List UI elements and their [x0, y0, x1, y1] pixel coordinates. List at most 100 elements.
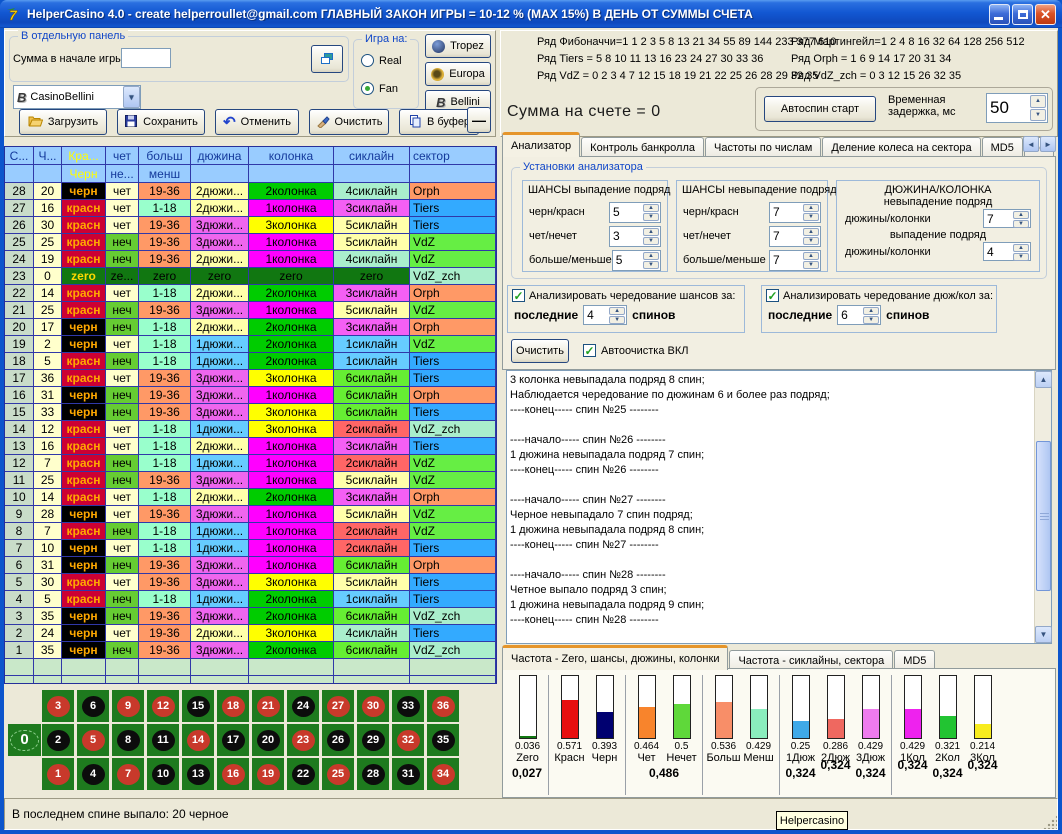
setting-spinner[interactable]: 7▲▼ — [769, 250, 821, 271]
chances-spins-spinner[interactable]: 4 ▲▼ — [583, 305, 627, 325]
spin-down-icon[interactable]: ▼ — [609, 316, 625, 324]
board-cell-23[interactable]: 23 — [287, 724, 319, 756]
spin-down-icon[interactable]: ▼ — [1030, 109, 1046, 122]
spin-down-icon[interactable]: ▼ — [863, 316, 879, 324]
board-cell-10[interactable]: 10 — [147, 758, 179, 790]
board-cell-29[interactable]: 29 — [357, 724, 389, 756]
setting-spinner[interactable]: 7▲▼ — [769, 202, 821, 223]
tab-5[interactable]: MD5 — [982, 137, 1023, 157]
board-cell-15[interactable]: 15 — [182, 690, 214, 722]
board-cell-26[interactable]: 26 — [322, 724, 354, 756]
toolbar-button-1[interactable]: Загрузить — [19, 109, 107, 135]
tab-4[interactable]: Деление колеса на сектора — [822, 137, 980, 157]
board-cell-14[interactable]: 14 — [182, 724, 214, 756]
board-cell-5[interactable]: 5 — [77, 724, 109, 756]
board-cell-27[interactable]: 27 — [322, 690, 354, 722]
tab-3[interactable]: Частоты по числам — [705, 137, 821, 157]
spin-down-icon[interactable]: ▼ — [643, 261, 659, 269]
start-sum-input[interactable] — [121, 48, 171, 68]
setting-spinner[interactable]: 5▲▼ — [612, 250, 661, 271]
alternation-chances-checkbox[interactable]: Анализировать чередование шансов за: — [508, 286, 744, 302]
board-cell-33[interactable]: 33 — [392, 690, 424, 722]
spin-down-icon[interactable]: ▼ — [643, 213, 659, 221]
autospin-start-button[interactable]: Автоспин старт — [764, 96, 876, 122]
board-cell-36[interactable]: 36 — [427, 690, 459, 722]
spin-up-icon[interactable]: ▲ — [609, 307, 625, 315]
radio-real[interactable]: Real — [361, 54, 402, 67]
board-cell-20[interactable]: 20 — [252, 724, 284, 756]
maximize-button[interactable] — [1012, 4, 1033, 25]
toolbar-button-3[interactable]: ↶Отменить — [215, 109, 299, 135]
spin-up-icon[interactable]: ▲ — [643, 228, 659, 236]
board-cell-32[interactable]: 32 — [392, 724, 424, 756]
close-button[interactable]: ✕ — [1035, 4, 1056, 25]
clear-analyzer-button[interactable]: Очистить — [511, 339, 569, 363]
dozen-miss-spinner[interactable]: 7 ▲▼ — [983, 209, 1031, 228]
alternation-dozen-checkbox[interactable]: Анализировать чередование дюж/кол за: — [762, 286, 996, 302]
toolbar-button-4[interactable]: Очистить — [309, 109, 389, 135]
board-cell-13[interactable]: 13 — [182, 758, 214, 790]
log-scrollbar[interactable]: ▲ ▼ — [1034, 371, 1051, 643]
setting-spinner[interactable]: 5▲▼ — [609, 202, 661, 223]
spin-down-icon[interactable]: ▼ — [803, 237, 819, 245]
spin-up-icon[interactable]: ▲ — [643, 252, 659, 260]
spin-up-icon[interactable]: ▲ — [643, 204, 659, 212]
dozen-spins-spinner[interactable]: 6 ▲▼ — [837, 305, 881, 325]
scroll-up-icon[interactable]: ▲ — [1035, 371, 1052, 388]
board-cell-30[interactable]: 30 — [357, 690, 389, 722]
board-cell-16[interactable]: 16 — [217, 758, 249, 790]
spin-up-icon[interactable]: ▲ — [1013, 244, 1029, 252]
tab-2[interactable]: Контроль банкролла — [581, 137, 704, 157]
board-cell-2[interactable]: 2 — [42, 724, 74, 756]
autoclean-checkbox[interactable]: Автоочистка ВКЛ — [583, 344, 688, 357]
spin-up-icon[interactable]: ▲ — [1013, 211, 1029, 219]
casino-select[interactable]: B CasinoBellini ▼ — [13, 85, 141, 109]
board-cell-11[interactable]: 11 — [147, 724, 179, 756]
board-cell-7[interactable]: 7 — [112, 758, 144, 790]
board-cell-1[interactable]: 1 — [42, 758, 74, 790]
radio-fan[interactable]: Fan — [361, 82, 398, 95]
spin-up-icon[interactable]: ▲ — [1030, 95, 1046, 108]
board-cell-22[interactable]: 22 — [287, 758, 319, 790]
board-cell-24[interactable]: 24 — [287, 690, 319, 722]
tab-1[interactable]: Анализатор — [502, 132, 580, 157]
delay-spinner[interactable]: 50 ▲ ▼ — [986, 93, 1048, 123]
spin-up-icon[interactable]: ▲ — [803, 228, 819, 236]
freq-tab-3[interactable]: MD5 — [894, 650, 935, 670]
board-cell-19[interactable]: 19 — [252, 758, 284, 790]
board-cell-6[interactable]: 6 — [77, 690, 109, 722]
tab-scroll-right-icon[interactable]: ► — [1040, 136, 1056, 152]
spin-down-icon[interactable]: ▼ — [1013, 253, 1029, 261]
spin-down-icon[interactable]: ▼ — [803, 261, 819, 269]
board-cell-4[interactable]: 4 — [77, 758, 109, 790]
spin-down-icon[interactable]: ▼ — [643, 237, 659, 245]
board-cell-3[interactable]: 3 — [42, 690, 74, 722]
spin-up-icon[interactable]: ▲ — [863, 307, 879, 315]
casino-button-europa[interactable]: Europa — [425, 62, 491, 86]
dozen-hit-spinner[interactable]: 4 ▲▼ — [983, 242, 1031, 261]
board-cell-35[interactable]: 35 — [427, 724, 459, 756]
board-cell-34[interactable]: 34 — [427, 758, 459, 790]
tab-scroll-left-icon[interactable]: ◄ — [1023, 136, 1039, 152]
board-cell-12[interactable]: 12 — [147, 690, 179, 722]
spin-up-icon[interactable]: ▲ — [803, 252, 819, 260]
setting-spinner[interactable]: 7▲▼ — [769, 226, 821, 247]
spin-down-icon[interactable]: ▼ — [803, 213, 819, 221]
scroll-down-icon[interactable]: ▼ — [1035, 626, 1052, 643]
toolbar-button-2[interactable]: Сохранить — [117, 109, 205, 135]
board-cell-21[interactable]: 21 — [252, 690, 284, 722]
scrollbar-thumb[interactable] — [1036, 441, 1051, 591]
spin-up-icon[interactable]: ▲ — [803, 204, 819, 212]
casino-button-tropez[interactable]: Tropez — [425, 34, 491, 58]
board-cell-31[interactable]: 31 — [392, 758, 424, 790]
board-cell-18[interactable]: 18 — [217, 690, 249, 722]
detach-panel-button[interactable] — [311, 45, 343, 73]
board-cell-9[interactable]: 9 — [112, 690, 144, 722]
board-cell-28[interactable]: 28 — [357, 758, 389, 790]
analyzer-log[interactable]: 3 колонка невыпадала подряд 8 спин; Набл… — [506, 370, 1052, 644]
freq-tab-2[interactable]: Частота - сиклайны, сектора — [729, 650, 893, 670]
board-cell-17[interactable]: 17 — [217, 724, 249, 756]
spin-down-icon[interactable]: ▼ — [1013, 220, 1029, 228]
chevron-down-icon[interactable]: ▼ — [123, 86, 140, 108]
freq-tab-1[interactable]: Частота - Zero, шансы, дюжины, колонки — [502, 645, 728, 670]
